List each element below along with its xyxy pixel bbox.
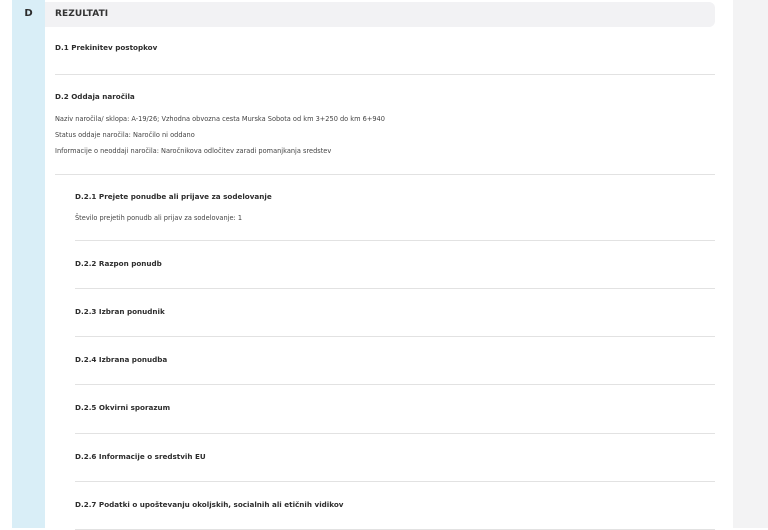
d2-contract-name: Naziv naročila/ sklopa: A-19/26; Vzhodna…	[55, 115, 385, 123]
block-d2-2: D.2.2 Razpon ponudb	[75, 241, 715, 289]
section-content: D.1 Prekinitev postopkov D.2 Oddaja naro…	[55, 27, 715, 530]
d2-subsections: D.2.1 Prejete ponudbe ali prijave za sod…	[75, 175, 715, 530]
d2-1-title: D.2.1 Prejete ponudbe ali prijave za sod…	[75, 192, 272, 201]
d2-5-title: D.2.5 Okvirni sporazum	[75, 403, 171, 412]
right-side-panel	[733, 0, 768, 528]
section-letter: D	[24, 8, 33, 19]
d1-title: D.1 Prekinitev postopkov	[55, 43, 158, 52]
d2-2-title: D.2.2 Razpon ponudb	[75, 259, 162, 268]
d2-1-detail: Število prejetih ponudb ali prijav za so…	[75, 214, 243, 222]
block-d2-4: D.2.4 Izbrana ponudba	[75, 337, 715, 385]
block-d2-6: D.2.6 Informacije o sredstvih EU	[75, 434, 715, 482]
section-title: REZULTATI	[55, 9, 109, 19]
d2-6-title: D.2.6 Informacije o sredstvih EU	[75, 452, 206, 461]
section-letter-column: D	[12, 0, 45, 528]
d2-non-award-info: Informacije o neoddaji naročila: Naročni…	[55, 147, 332, 155]
d2-7-title: D.2.7 Podatki o upoštevanju okoljskih, s…	[75, 500, 344, 509]
d2-title: D.2 Oddaja naročila	[55, 92, 135, 101]
d2-3-title: D.2.3 Izbran ponudnik	[75, 307, 165, 316]
d2-4-title: D.2.4 Izbrana ponudba	[75, 355, 168, 364]
block-d2-1: D.2.1 Prejete ponudbe ali prijave za sod…	[75, 175, 715, 241]
section-header: REZULTATI	[45, 2, 715, 27]
block-d2-7: D.2.7 Podatki o upoštevanju okoljskih, s…	[75, 482, 715, 530]
block-d2-3: D.2.3 Izbran ponudnik	[75, 289, 715, 337]
block-d2: D.2 Oddaja naročila Naziv naročila/ sklo…	[55, 75, 715, 175]
block-d1: D.1 Prekinitev postopkov	[55, 27, 715, 75]
block-d2-5: D.2.5 Okvirni sporazum	[75, 385, 715, 434]
d2-award-status: Status oddaje naročila: Naročilo ni odda…	[55, 131, 195, 139]
